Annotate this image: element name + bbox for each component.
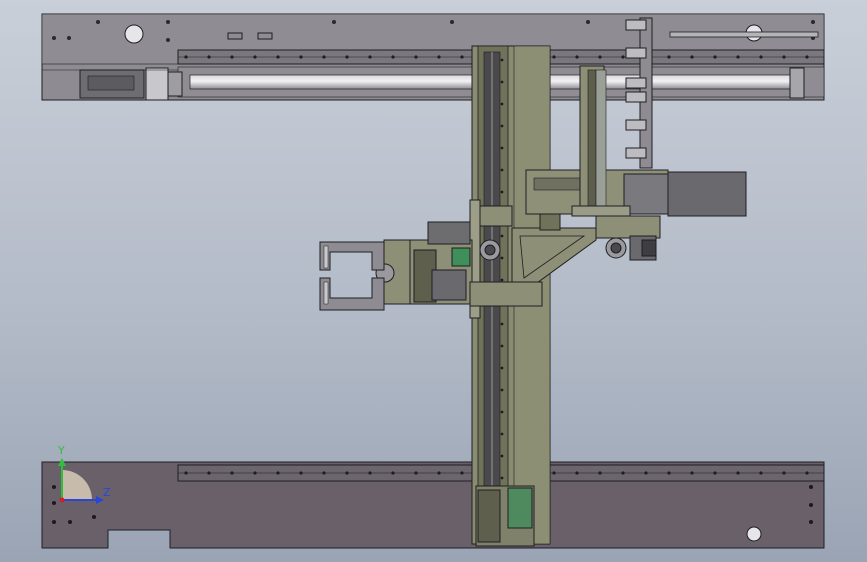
z-axis-label: Z — [103, 486, 111, 499]
bolt-hole — [500, 190, 504, 194]
bolt-hole — [500, 366, 504, 370]
bolt-hole — [736, 471, 740, 475]
bolt-hole — [345, 55, 349, 59]
bolt-hole — [713, 55, 717, 59]
bolt-hole — [667, 55, 671, 59]
bolt-hole — [500, 146, 504, 150]
bolt-hole — [500, 344, 504, 348]
bolt-hole — [575, 55, 579, 59]
bolt-hole — [414, 55, 418, 59]
bolt-hole — [437, 471, 441, 475]
bolt-hole — [207, 55, 211, 59]
bolt-hole — [782, 55, 786, 59]
bolt-hole — [460, 55, 464, 59]
bolt-hole — [253, 55, 257, 59]
bolt-hole — [500, 80, 504, 84]
bolt-hole — [598, 55, 602, 59]
bolt-hole — [345, 471, 349, 475]
bolt-hole — [690, 471, 694, 475]
bolt-hole — [368, 471, 372, 475]
bolt-hole — [690, 55, 694, 59]
bolt-hole — [299, 55, 303, 59]
cad-viewport[interactable]: Y Z — [0, 0, 867, 562]
bolt-hole — [276, 471, 280, 475]
bolt-hole — [391, 471, 395, 475]
y-axis-label: Y — [57, 444, 65, 457]
bolt-hole — [805, 55, 809, 59]
bolt-hole — [207, 471, 211, 475]
bolt-hole — [230, 471, 234, 475]
bolt-hole — [500, 278, 504, 282]
bolt-hole — [736, 55, 740, 59]
bolt-hole — [500, 256, 504, 260]
origin-point — [59, 497, 65, 503]
bolt-hole — [414, 471, 418, 475]
bolt-hole — [500, 234, 504, 238]
bolt-hole — [391, 55, 395, 59]
bolt-hole — [500, 322, 504, 326]
bolt-hole — [322, 55, 326, 59]
bolt-hole — [500, 388, 504, 392]
bolt-hole — [500, 124, 504, 128]
bolt-hole — [759, 55, 763, 59]
bolt-hole — [500, 168, 504, 172]
bolt-hole — [644, 471, 648, 475]
bolt-hole — [500, 454, 504, 458]
bolt-hole — [598, 471, 602, 475]
bolt-hole — [713, 471, 717, 475]
bolt-hole — [667, 471, 671, 475]
bolt-hole — [322, 471, 326, 475]
bolt-hole — [552, 471, 556, 475]
bolt-hole — [500, 432, 504, 436]
bolt-hole — [253, 471, 257, 475]
bolt-hole — [184, 471, 188, 475]
bolt-hole — [368, 55, 372, 59]
bolt-hole — [299, 471, 303, 475]
bolt-hole — [500, 102, 504, 106]
bolt-hole — [276, 55, 280, 59]
bolt-hole — [759, 471, 763, 475]
bolt-hole — [575, 471, 579, 475]
rotary-unit-right — [595, 215, 661, 261]
bolt-hole — [500, 58, 504, 62]
bolt-hole — [184, 55, 188, 59]
bolt-hole — [500, 410, 504, 414]
assembly-drawing: Y Z — [41, 13, 825, 549]
carriage-plate — [525, 169, 747, 217]
bolt-hole — [230, 55, 234, 59]
bolt-hole — [621, 471, 625, 475]
bolt-hole — [500, 476, 504, 480]
bolt-hole — [621, 55, 625, 59]
bolt-hole — [552, 55, 556, 59]
bolt-hole — [460, 471, 464, 475]
bolt-hole — [805, 471, 809, 475]
bolt-hole — [437, 55, 441, 59]
bolt-hole — [782, 471, 786, 475]
